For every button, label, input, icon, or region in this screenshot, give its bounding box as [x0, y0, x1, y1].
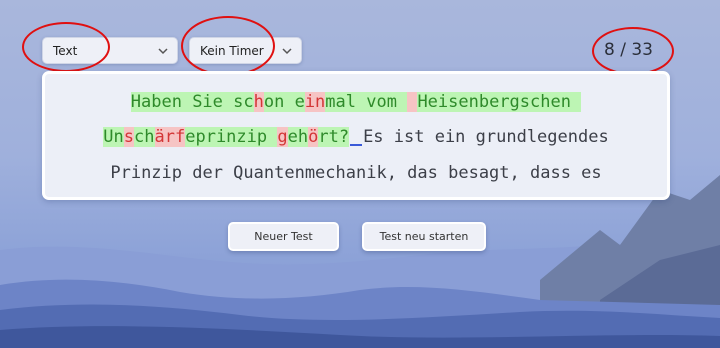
typing-text-area[interactable]: Haben Sie schon einmal vom Heisenbergsch…	[42, 71, 670, 200]
typed-incorrect-segment: g	[277, 127, 288, 147]
typed-correct-segment: Haben Sie sc	[130, 92, 254, 112]
typed-incorrect-segment	[407, 92, 418, 112]
untyped-segment: Es ist ein grundlegendes	[363, 127, 609, 147]
typed-correct-segment: Un	[103, 127, 124, 147]
annotation-circle-counter	[592, 27, 674, 75]
typed-correct-segment: Heisenbergschen	[417, 92, 582, 112]
typed-incorrect-segment: h	[253, 92, 264, 112]
typed-correct-segment: mal vom	[325, 92, 408, 112]
typed-incorrect-segment: s	[123, 127, 135, 147]
new-test-button[interactable]: Neuer Test	[228, 222, 339, 251]
text-line-1: Haben Sie schon einmal vom Heisenbergsch…	[45, 90, 667, 114]
typed-incorrect-segment: in	[304, 92, 326, 112]
typed-correct-segment: rt?	[318, 127, 350, 147]
text-line-2: Unschärfeprinzip gehört? Es ist ein grund…	[45, 125, 667, 149]
typed-correct-segment: eh	[287, 127, 309, 147]
text-cursor	[350, 144, 363, 146]
typed-incorrect-segment: ö	[308, 127, 319, 147]
typed-incorrect-segment: ärf	[154, 127, 186, 147]
annotation-circle-mode	[22, 22, 110, 72]
text-line-3: Prinzip der Quantenmechanik, das besagt,…	[45, 161, 667, 185]
restart-test-button[interactable]: Test neu starten	[362, 222, 486, 251]
chevron-down-icon	[282, 48, 292, 55]
typed-correct-segment: ch	[134, 127, 155, 147]
chevron-down-icon	[158, 48, 168, 55]
untyped-segment: Prinzip der Quantenmechanik, das besagt,…	[110, 163, 602, 183]
annotation-circle-timer	[181, 16, 275, 76]
typed-correct-segment: on e	[263, 92, 305, 112]
typed-correct-segment: eprinzip	[185, 127, 278, 147]
